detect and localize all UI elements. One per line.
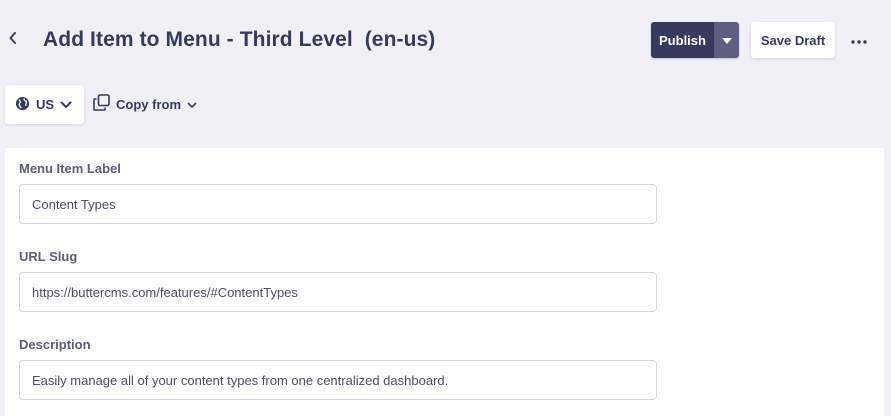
publish-button[interactable]: Publish	[651, 22, 714, 58]
caret-down-icon	[721, 31, 732, 49]
globe-icon	[15, 96, 30, 114]
back-button[interactable]	[4, 28, 22, 52]
page-title: Add Item to Menu - Third Level (en-us)	[43, 28, 436, 51]
copy-from-dropdown[interactable]: Copy from	[93, 94, 197, 114]
save-draft-button[interactable]: Save Draft	[751, 22, 835, 58]
description-input[interactable]: Easily manage all of your content types …	[19, 360, 657, 400]
publish-options-button[interactable]	[714, 22, 739, 58]
copy-from-label: Copy from	[116, 96, 181, 112]
url-slug-input[interactable]: https://buttercms.com/features/#ContentT…	[19, 272, 657, 312]
menu-item-label-input[interactable]: Content Types	[19, 184, 657, 224]
locale-label: US	[36, 97, 55, 112]
copy-icon	[93, 94, 110, 114]
url-slug-label: URL Slug	[19, 249, 78, 264]
locale-selector[interactable]: US	[5, 85, 84, 124]
more-options-button[interactable]	[848, 28, 870, 52]
menu-item-form: Menu Item Label Content Types URL Slug h…	[5, 148, 884, 416]
publish-split-button: Publish	[651, 22, 739, 58]
chevron-down-icon	[60, 97, 72, 112]
chevron-left-icon	[8, 31, 18, 50]
menu-item-label-label: Menu Item Label	[19, 161, 121, 176]
chevron-down-icon	[187, 97, 197, 112]
description-label: Description	[19, 337, 91, 352]
page-header: Add Item to Menu - Third Level (en-us) P…	[0, 0, 891, 82]
ellipsis-icon	[851, 31, 867, 49]
